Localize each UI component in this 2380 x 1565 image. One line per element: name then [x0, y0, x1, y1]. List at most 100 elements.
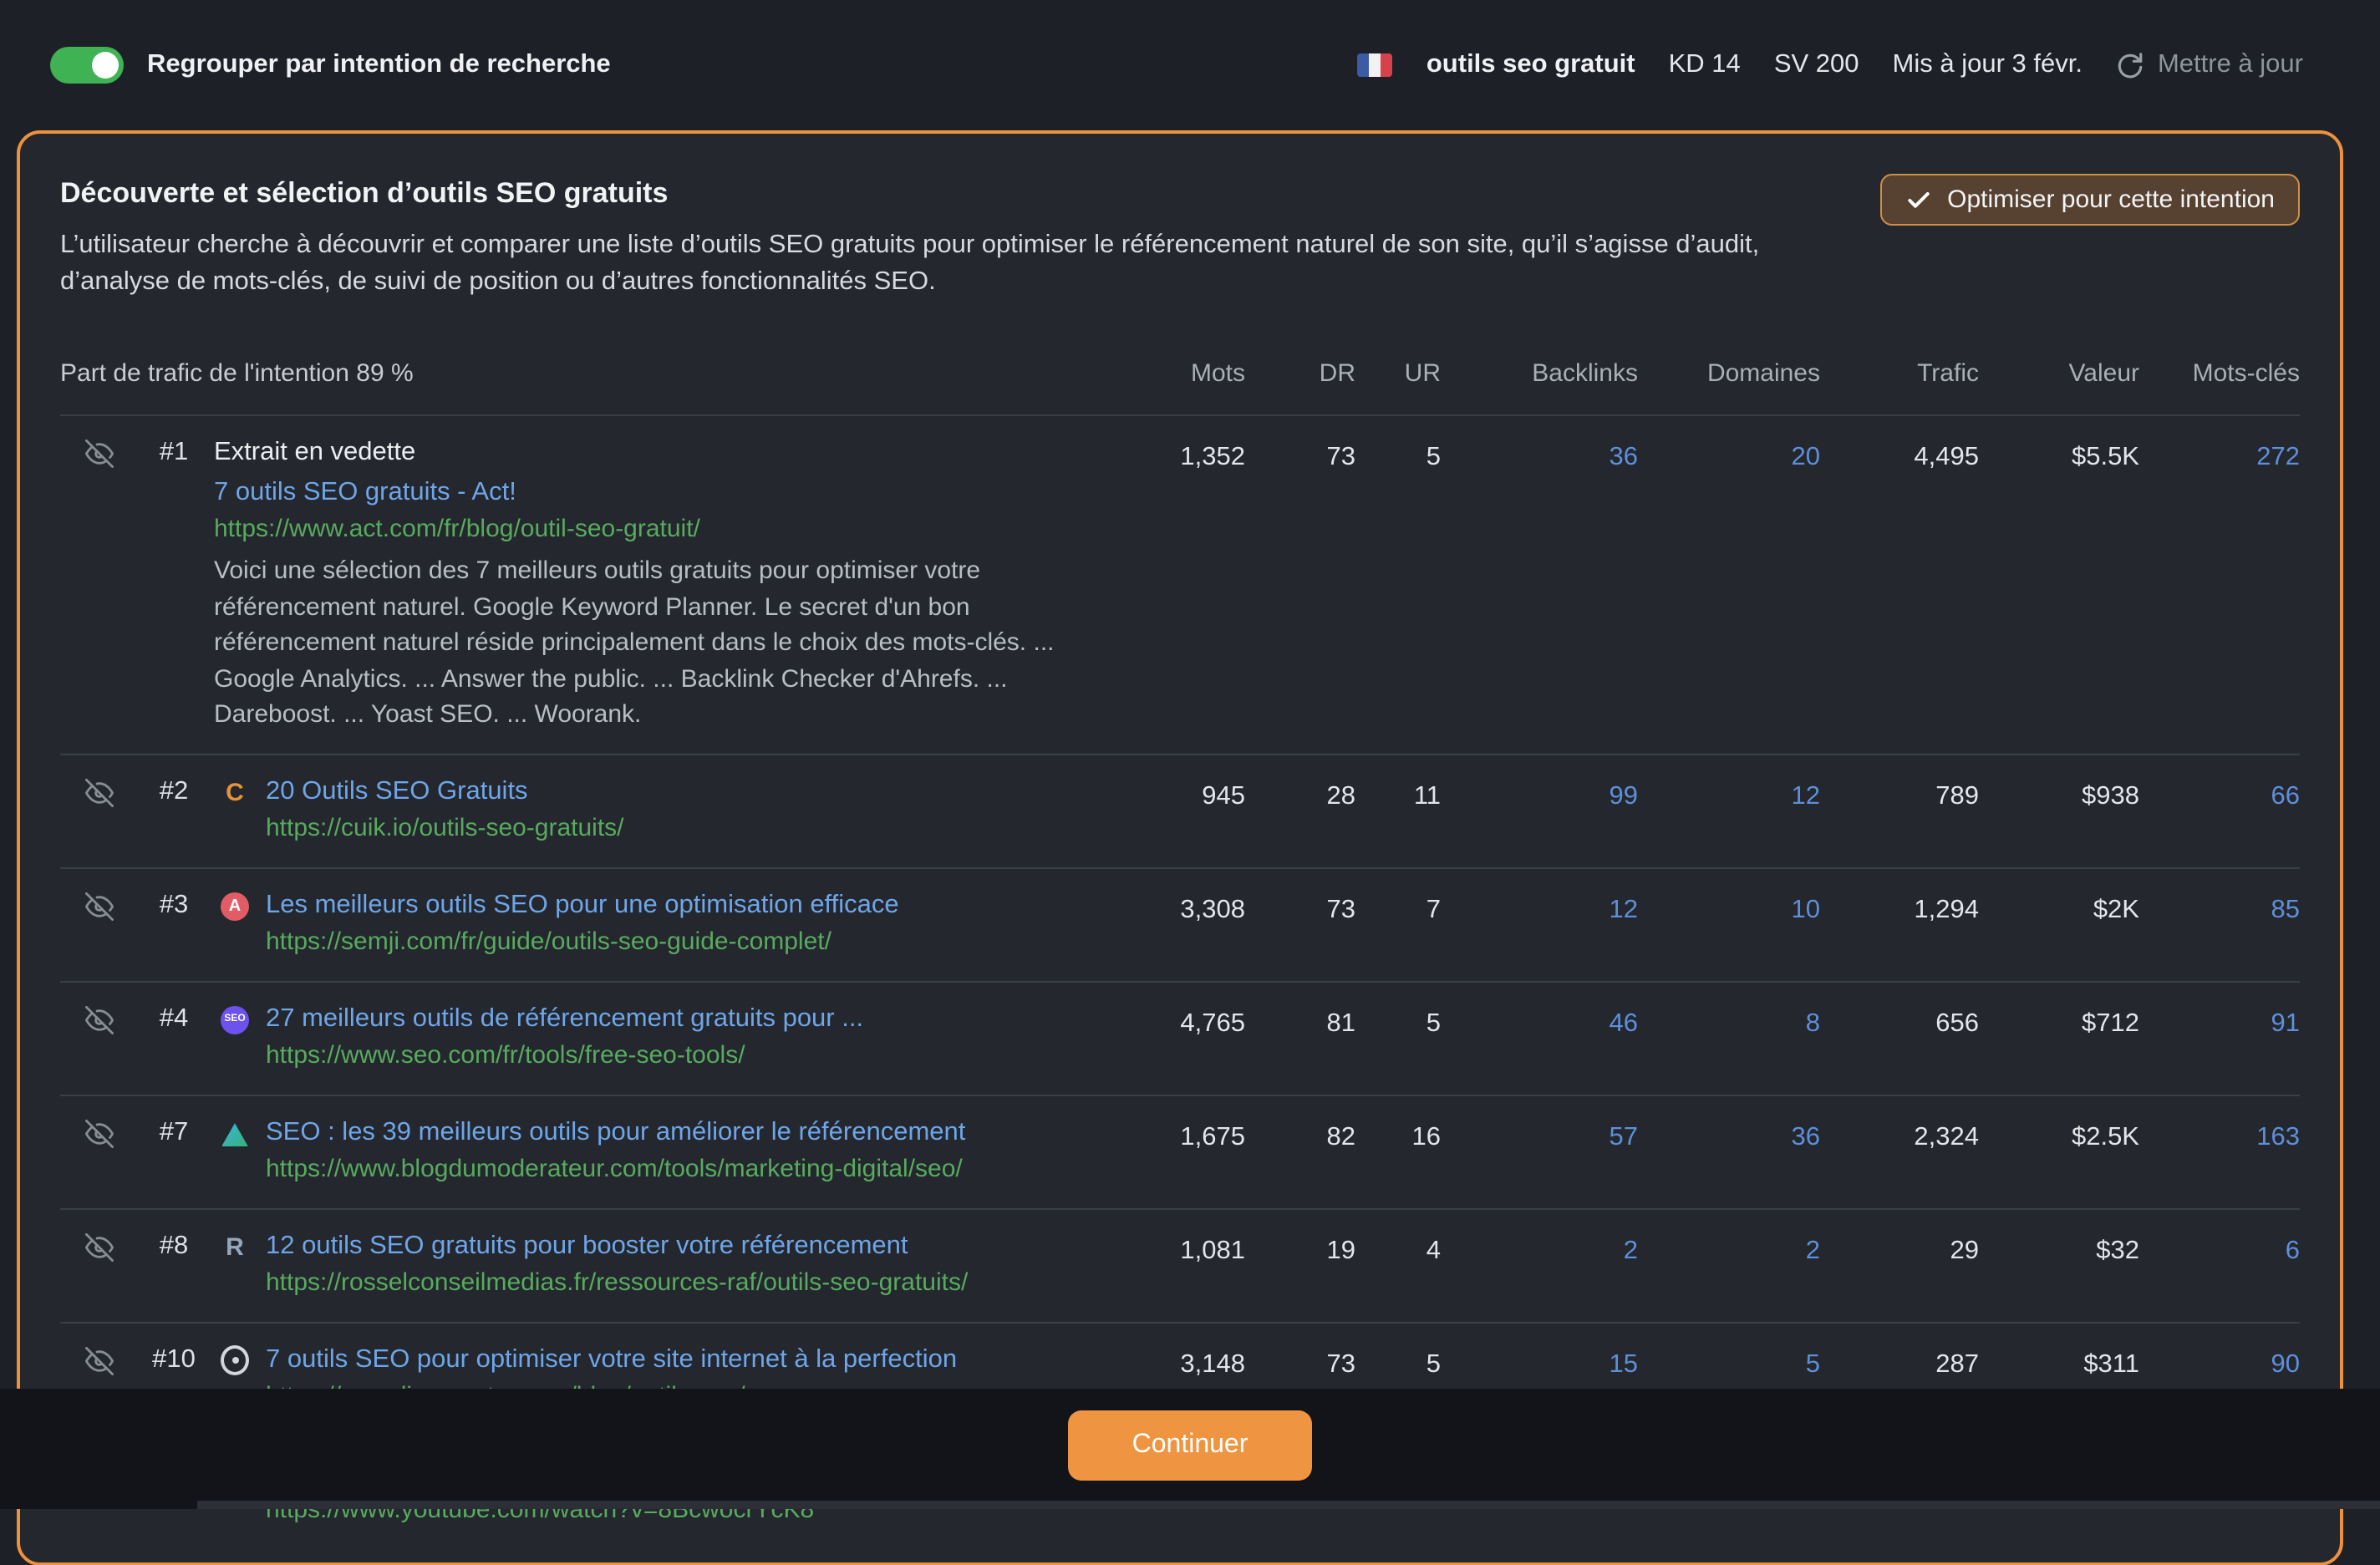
intent-title: Découverte et sélection d’outils SEO gra… [60, 177, 1807, 211]
col-value: Valeur [1979, 360, 2139, 392]
result-content: R 12 outils SEO gratuits pour booster vo… [211, 1227, 1125, 1301]
keywords-link[interactable]: 6 [2139, 1227, 2300, 1269]
traffic-value: 789 [1820, 773, 1979, 815]
group-by-intent-toggle[interactable] [50, 47, 124, 84]
words-value: 3,308 [1125, 887, 1245, 928]
sv-stat: SV 200 [1774, 50, 1859, 80]
dr-value: 19 [1245, 1227, 1355, 1269]
keyword-label: outils seo gratuit [1426, 50, 1635, 80]
hide-result-button[interactable] [60, 1227, 137, 1261]
result-title-link[interactable]: SEO : les 39 meilleurs outils pour améli… [266, 1114, 965, 1151]
result-url-link[interactable]: https://www.act.com/fr/blog/outil-seo-gr… [214, 511, 1125, 548]
keywords-link[interactable]: 91 [2139, 1000, 2300, 1042]
result-content: C 20 Outils SEO Gratuits https://cuik.io… [211, 773, 1125, 846]
words-value: 945 [1125, 773, 1245, 815]
domains-link[interactable]: 36 [1638, 1114, 1820, 1156]
table-row: #1 Extrait en vedette 7 outils SEO gratu… [60, 414, 2300, 753]
hide-result-button[interactable] [60, 773, 137, 806]
app-root: Regrouper par intention de recherche out… [0, 0, 2380, 1509]
col-traffic: Trafic [1820, 360, 1979, 392]
value-value: $32 [1979, 1227, 2139, 1269]
value-value: $938 [1979, 773, 2139, 815]
intent-description: L’utilisateur cherche à découvrir et com… [60, 227, 1807, 300]
words-value: 1,081 [1125, 1227, 1245, 1269]
eye-off-icon [84, 778, 113, 806]
domains-link[interactable]: 5 [1638, 1341, 1820, 1383]
hide-result-button[interactable] [60, 1114, 137, 1147]
rank-label: #2 [137, 773, 211, 810]
backlinks-link[interactable]: 2 [1441, 1227, 1638, 1269]
result-title-link[interactable]: 20 Outils SEO Gratuits [266, 773, 624, 810]
favicon-cuik-icon: C [221, 778, 249, 806]
backlinks-link[interactable]: 15 [1441, 1341, 1638, 1383]
france-flag-icon [1358, 53, 1393, 77]
table-row: #7 SEO : les 39 meilleurs outils pour am… [60, 1094, 2300, 1207]
toggle-knob [92, 52, 119, 79]
keywords-link[interactable]: 85 [2139, 887, 2300, 928]
ur-value: 4 [1355, 1227, 1441, 1269]
traffic-share-label: Part de trafic de l'intention 89 % [60, 360, 1125, 389]
optimize-intent-button[interactable]: Optimiser pour cette intention [1880, 174, 2300, 226]
backlinks-link[interactable]: 46 [1441, 1000, 1638, 1042]
backlinks-link[interactable]: 36 [1441, 434, 1638, 476]
value-value: $712 [1979, 1000, 2139, 1042]
dr-value: 28 [1245, 773, 1355, 815]
hide-result-button[interactable] [60, 434, 137, 468]
continue-button[interactable]: Continuer [1069, 1410, 1312, 1481]
result-url-link[interactable]: https://cuik.io/outils-seo-gratuits/ [266, 810, 624, 846]
backlinks-link[interactable]: 12 [1441, 887, 1638, 928]
intent-card-header: Découverte et sélection d’outils SEO gra… [60, 174, 2300, 300]
hide-result-button[interactable] [60, 887, 137, 920]
col-dr: DR [1245, 360, 1355, 392]
domains-link[interactable]: 10 [1638, 887, 1820, 928]
eye-off-icon [84, 440, 113, 468]
words-value: 4,765 [1125, 1000, 1245, 1042]
eye-off-icon [84, 892, 113, 920]
ur-value: 5 [1355, 434, 1441, 476]
hide-result-button[interactable] [60, 1341, 137, 1374]
result-title-link[interactable]: 7 outils SEO gratuits - Act! [214, 475, 1125, 511]
rank-label: #10 [137, 1341, 211, 1378]
refresh-button[interactable]: Mettre à jour [2116, 50, 2303, 80]
featured-snippet-label: Extrait en vedette [214, 434, 1125, 471]
optimize-intent-label: Optimiser pour cette intention [1947, 185, 2275, 214]
rank-label: #1 [137, 434, 211, 471]
result-url-link[interactable]: https://rosselconseilmedias.fr/ressource… [266, 1264, 968, 1301]
result-title-link[interactable]: 12 outils SEO gratuits pour booster votr… [266, 1227, 968, 1264]
domains-link[interactable]: 20 [1638, 434, 1820, 476]
domains-link[interactable]: 2 [1638, 1227, 1820, 1269]
result-title-link[interactable]: 27 meilleurs outils de référencement gra… [266, 1000, 863, 1037]
favicon-seo-com-icon: SEO [221, 1005, 249, 1034]
result-url-link[interactable]: https://semji.com/fr/guide/outils-seo-gu… [266, 923, 899, 960]
keywords-link[interactable]: 272 [2139, 434, 2300, 476]
eye-off-icon [84, 1346, 113, 1374]
ur-value: 16 [1355, 1114, 1441, 1156]
result-title-link[interactable]: 7 outils SEO pour optimiser votre site i… [266, 1341, 957, 1378]
traffic-value: 29 [1820, 1227, 1979, 1269]
last-updated-label: Mis à jour 3 févr. [1893, 50, 2082, 80]
keywords-link[interactable]: 163 [2139, 1114, 2300, 1156]
keywords-link[interactable]: 90 [2139, 1341, 2300, 1383]
ur-value: 11 [1355, 773, 1441, 815]
backlinks-link[interactable]: 99 [1441, 773, 1638, 815]
favicon-livementor-icon [221, 1346, 249, 1374]
domains-link[interactable]: 12 [1638, 773, 1820, 815]
hide-result-button[interactable] [60, 1000, 137, 1034]
backlinks-link[interactable]: 57 [1441, 1114, 1638, 1156]
result-content: Extrait en vedette 7 outils SEO gratuits… [211, 434, 1125, 733]
dr-value: 73 [1245, 434, 1355, 476]
table-row: #3 A Les meilleurs outils SEO pour une o… [60, 866, 2300, 980]
eye-off-icon [84, 1005, 113, 1034]
result-url-link[interactable]: https://www.seo.com/fr/tools/free-seo-to… [266, 1037, 863, 1074]
dr-value: 73 [1245, 1341, 1355, 1383]
rank-label: #7 [137, 1114, 211, 1151]
refresh-icon [2116, 51, 2144, 79]
rank-label: #8 [137, 1227, 211, 1264]
result-title-link[interactable]: Les meilleurs outils SEO pour une optimi… [266, 887, 899, 923]
rank-label: #4 [137, 1000, 211, 1037]
result-url-link[interactable]: https://www.blogdumoderateur.com/tools/m… [266, 1151, 965, 1187]
table-row: #8 R 12 outils SEO gratuits pour booster… [60, 1207, 2300, 1321]
domains-link[interactable]: 8 [1638, 1000, 1820, 1042]
table-header: Part de trafic de l'intention 89 % Mots … [60, 343, 2300, 415]
keywords-link[interactable]: 66 [2139, 773, 2300, 815]
